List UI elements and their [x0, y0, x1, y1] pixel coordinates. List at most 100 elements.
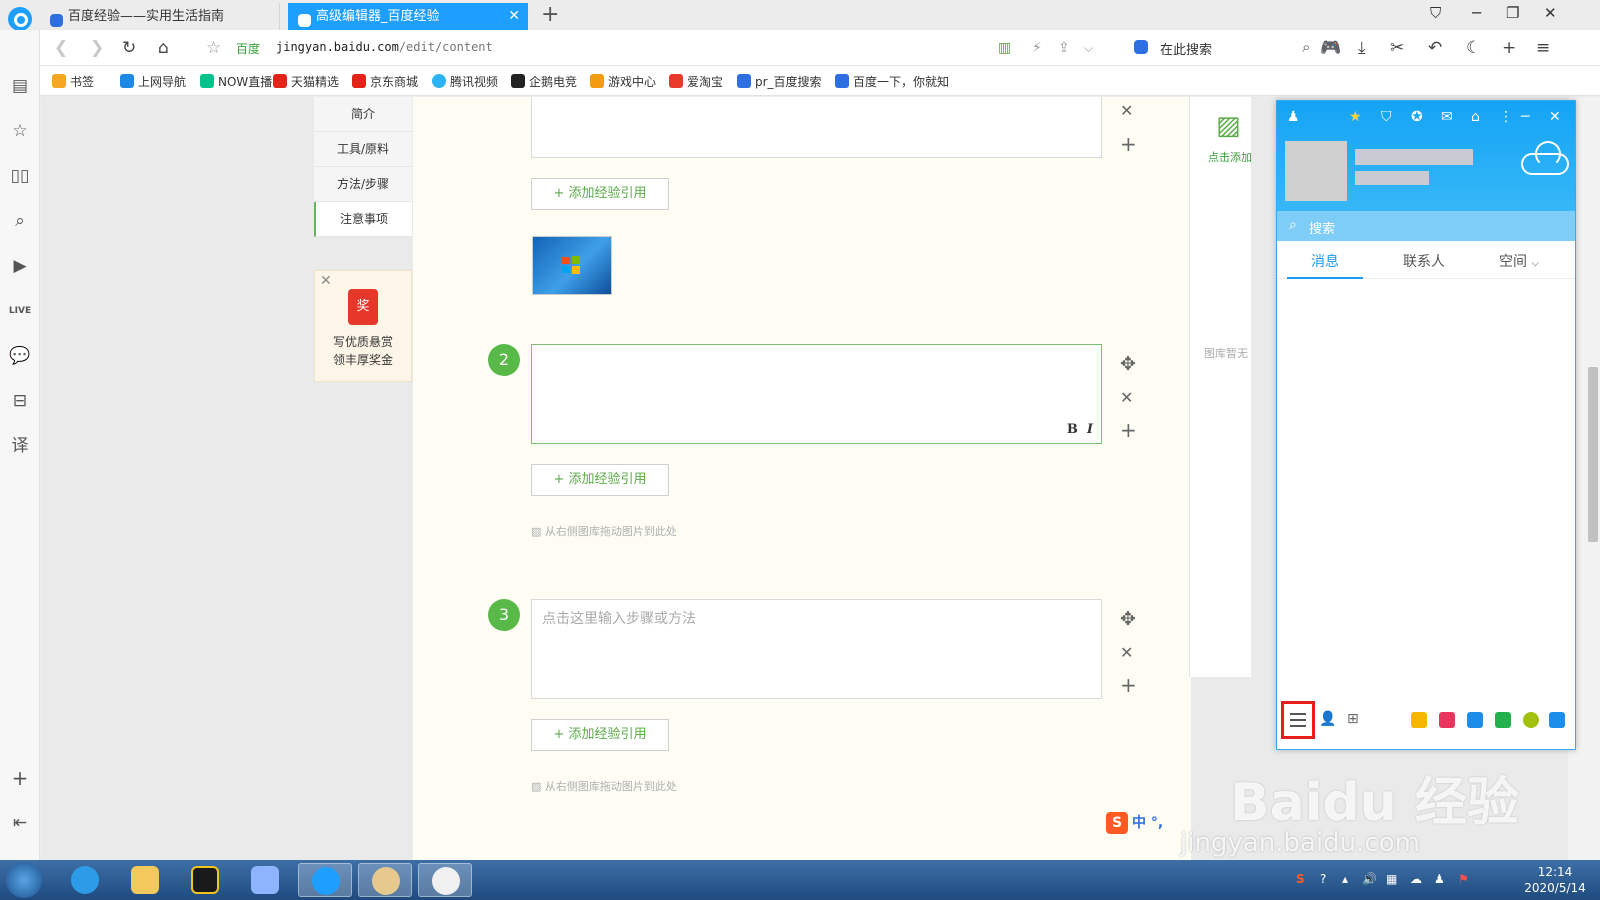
- menu-icon[interactable]: ≡: [1536, 38, 1550, 58]
- star-bookmark-icon[interactable]: ☆: [206, 38, 221, 58]
- tray-expand-icon[interactable]: ▴: [1342, 872, 1348, 886]
- add-friend-icon[interactable]: 👤: [1319, 711, 1336, 727]
- volume-icon[interactable]: 🔊: [1362, 872, 1377, 886]
- add-reference-button[interactable]: + 添加经验引用: [531, 464, 669, 496]
- qq-tab-contacts[interactable]: 联系人: [1403, 251, 1445, 271]
- shirt-skin-icon[interactable]: ⛉: [1430, 4, 1441, 22]
- step-2-textarea[interactable]: B I: [531, 344, 1102, 444]
- tencent-video-icon[interactable]: [1495, 712, 1511, 728]
- add-sidebar-item-icon[interactable]: +: [8, 766, 32, 790]
- search-icon[interactable]: ⌕: [8, 209, 32, 233]
- move-step-icon[interactable]: ✥: [1120, 353, 1136, 375]
- download-icon[interactable]: ⤓: [1358, 38, 1366, 58]
- taskbar-explorer[interactable]: [118, 863, 172, 897]
- add-reference-button[interactable]: + 添加经验引用: [531, 719, 669, 751]
- network-icon[interactable]: ▦: [1386, 872, 1397, 886]
- toolbox-icon[interactable]: ⊟: [8, 389, 32, 413]
- book-icon[interactable]: ▯▯: [8, 164, 32, 188]
- qq-more-icon[interactable]: ⋮: [1499, 109, 1513, 125]
- section-nav-intro[interactable]: 简介: [314, 97, 412, 132]
- bookmark-item[interactable]: 企鹅电竞: [511, 73, 577, 90]
- qq-live-icon[interactable]: [1439, 712, 1455, 728]
- undo-icon[interactable]: ↶: [1428, 38, 1442, 58]
- close-window-button[interactable]: ✕: [1544, 4, 1557, 22]
- search-box[interactable]: 在此搜索 ⌕: [1130, 36, 1320, 60]
- night-mode-icon[interactable]: ☾: [1466, 38, 1481, 58]
- add-reference-button[interactable]: + 添加经验引用: [531, 178, 669, 210]
- close-ad-icon[interactable]: ✕: [320, 273, 332, 289]
- browser-logo-icon[interactable]: [8, 7, 32, 31]
- taskbar-qq[interactable]: [418, 863, 472, 897]
- refresh-icon[interactable]: ↻: [122, 38, 136, 58]
- lightning-icon[interactable]: ⚡: [1032, 40, 1042, 56]
- qq-close-button[interactable]: ✕: [1549, 109, 1561, 125]
- back-icon[interactable]: ❮: [54, 38, 68, 58]
- taskbar-paint[interactable]: [358, 863, 412, 897]
- qq-main-menu-button[interactable]: [1281, 701, 1315, 739]
- favorites-star-icon[interactable]: ☆: [8, 119, 32, 143]
- bookmark-item[interactable]: 天猫精选: [273, 73, 339, 90]
- tab-advanced-editor[interactable]: 高级编辑器_百度经验 ✕: [288, 3, 528, 30]
- reader-mode-icon[interactable]: ▥: [998, 40, 1011, 56]
- bookmark-item[interactable]: pr_百度搜索: [737, 73, 822, 90]
- search-icon[interactable]: ⌕: [1302, 38, 1310, 56]
- qq-tab-messages[interactable]: 消息: [1311, 251, 1339, 271]
- delete-step-icon[interactable]: ✕: [1120, 101, 1133, 120]
- bookmark-item[interactable]: NOW直播: [200, 73, 272, 90]
- action-center-icon[interactable]: ⚑: [1458, 872, 1469, 886]
- scissors-icon[interactable]: ✂: [1390, 38, 1404, 58]
- minimize-window-button[interactable]: ─: [1472, 4, 1481, 22]
- new-tab-button[interactable]: +: [541, 2, 559, 27]
- tab-baidu-jingyan-home[interactable]: 百度经验——实用生活指南: [40, 3, 280, 30]
- chat-bubble-icon[interactable]: 💬: [8, 344, 32, 368]
- bookmark-item[interactable]: 书签: [52, 73, 94, 90]
- qq-game-icon[interactable]: [1411, 712, 1427, 728]
- section-nav-notes[interactable]: 注意事项: [314, 202, 412, 237]
- live-icon[interactable]: LIVE: [8, 299, 32, 323]
- bookmark-item[interactable]: 腾讯视频: [432, 73, 498, 90]
- qq-penguin-icon[interactable]: ♟: [1287, 109, 1300, 125]
- translate-icon[interactable]: 译: [8, 434, 32, 458]
- taskbar-qq-browser[interactable]: [298, 863, 352, 897]
- qq-weiyun-icon[interactable]: [1467, 712, 1483, 728]
- step-1-image[interactable]: [532, 236, 612, 295]
- bookmark-item[interactable]: 上网导航: [120, 73, 186, 90]
- taskbar-ie[interactable]: [58, 863, 112, 897]
- address-bar[interactable]: jingyan.baidu.com/edit/content: [276, 40, 493, 54]
- qq-skin-icon[interactable]: ⛉: [1381, 109, 1392, 125]
- video-icon[interactable]: ▶: [8, 254, 32, 278]
- restore-window-button[interactable]: ❐: [1506, 4, 1519, 22]
- section-nav-steps[interactable]: 方法/步骤: [314, 167, 412, 202]
- sogou-tray-icon[interactable]: S: [1296, 872, 1305, 886]
- close-tab-icon[interactable]: ✕: [508, 3, 520, 30]
- baidu-search-engine-icon[interactable]: [1134, 40, 1148, 57]
- baidu-netdisk-tray-icon[interactable]: ☁: [1410, 872, 1422, 886]
- qq-star-icon[interactable]: ★: [1349, 109, 1362, 125]
- help-tray-icon[interactable]: ?: [1320, 872, 1326, 886]
- gallery-add-label[interactable]: 点击添加: [1208, 149, 1252, 165]
- add-step-icon[interactable]: +: [1120, 673, 1137, 697]
- italic-button[interactable]: I: [1087, 422, 1093, 437]
- bookmark-item[interactable]: 爱淘宝: [669, 73, 723, 90]
- delete-step-icon[interactable]: ✕: [1120, 643, 1133, 662]
- qq-gift-icon[interactable]: ⌂: [1471, 109, 1480, 125]
- add-image-icon[interactable]: ▨: [1216, 111, 1241, 141]
- home-icon[interactable]: ⌂: [158, 38, 169, 58]
- qq-tray-icon[interactable]: ♟: [1434, 872, 1445, 886]
- game-controller-icon[interactable]: 🎮: [1320, 38, 1341, 58]
- section-nav-tools[interactable]: 工具/原料: [314, 132, 412, 167]
- bold-button[interactable]: B: [1067, 422, 1078, 437]
- bookmark-item[interactable]: 百度一下，你就知: [835, 73, 949, 90]
- plus-icon[interactable]: +: [1502, 38, 1516, 58]
- qq-search-input[interactable]: ⌕ 搜索: [1277, 211, 1575, 241]
- bookmark-item[interactable]: 京东商城: [352, 73, 418, 90]
- taskbar-feishu[interactable]: [238, 863, 292, 897]
- taskbar-app-g[interactable]: [178, 863, 232, 897]
- reward-ad-box[interactable]: ✕ 奖 写优质悬赏 领丰厚奖金: [314, 270, 412, 382]
- weather-cloud-icon[interactable]: [1521, 141, 1569, 175]
- collapse-sidebar-icon[interactable]: ⇤: [8, 811, 32, 835]
- qq-medal-icon[interactable]: ✪: [1411, 109, 1423, 125]
- forward-icon[interactable]: ❯: [90, 38, 104, 58]
- add-step-icon[interactable]: +: [1120, 418, 1137, 442]
- step-1-textarea[interactable]: [531, 97, 1102, 158]
